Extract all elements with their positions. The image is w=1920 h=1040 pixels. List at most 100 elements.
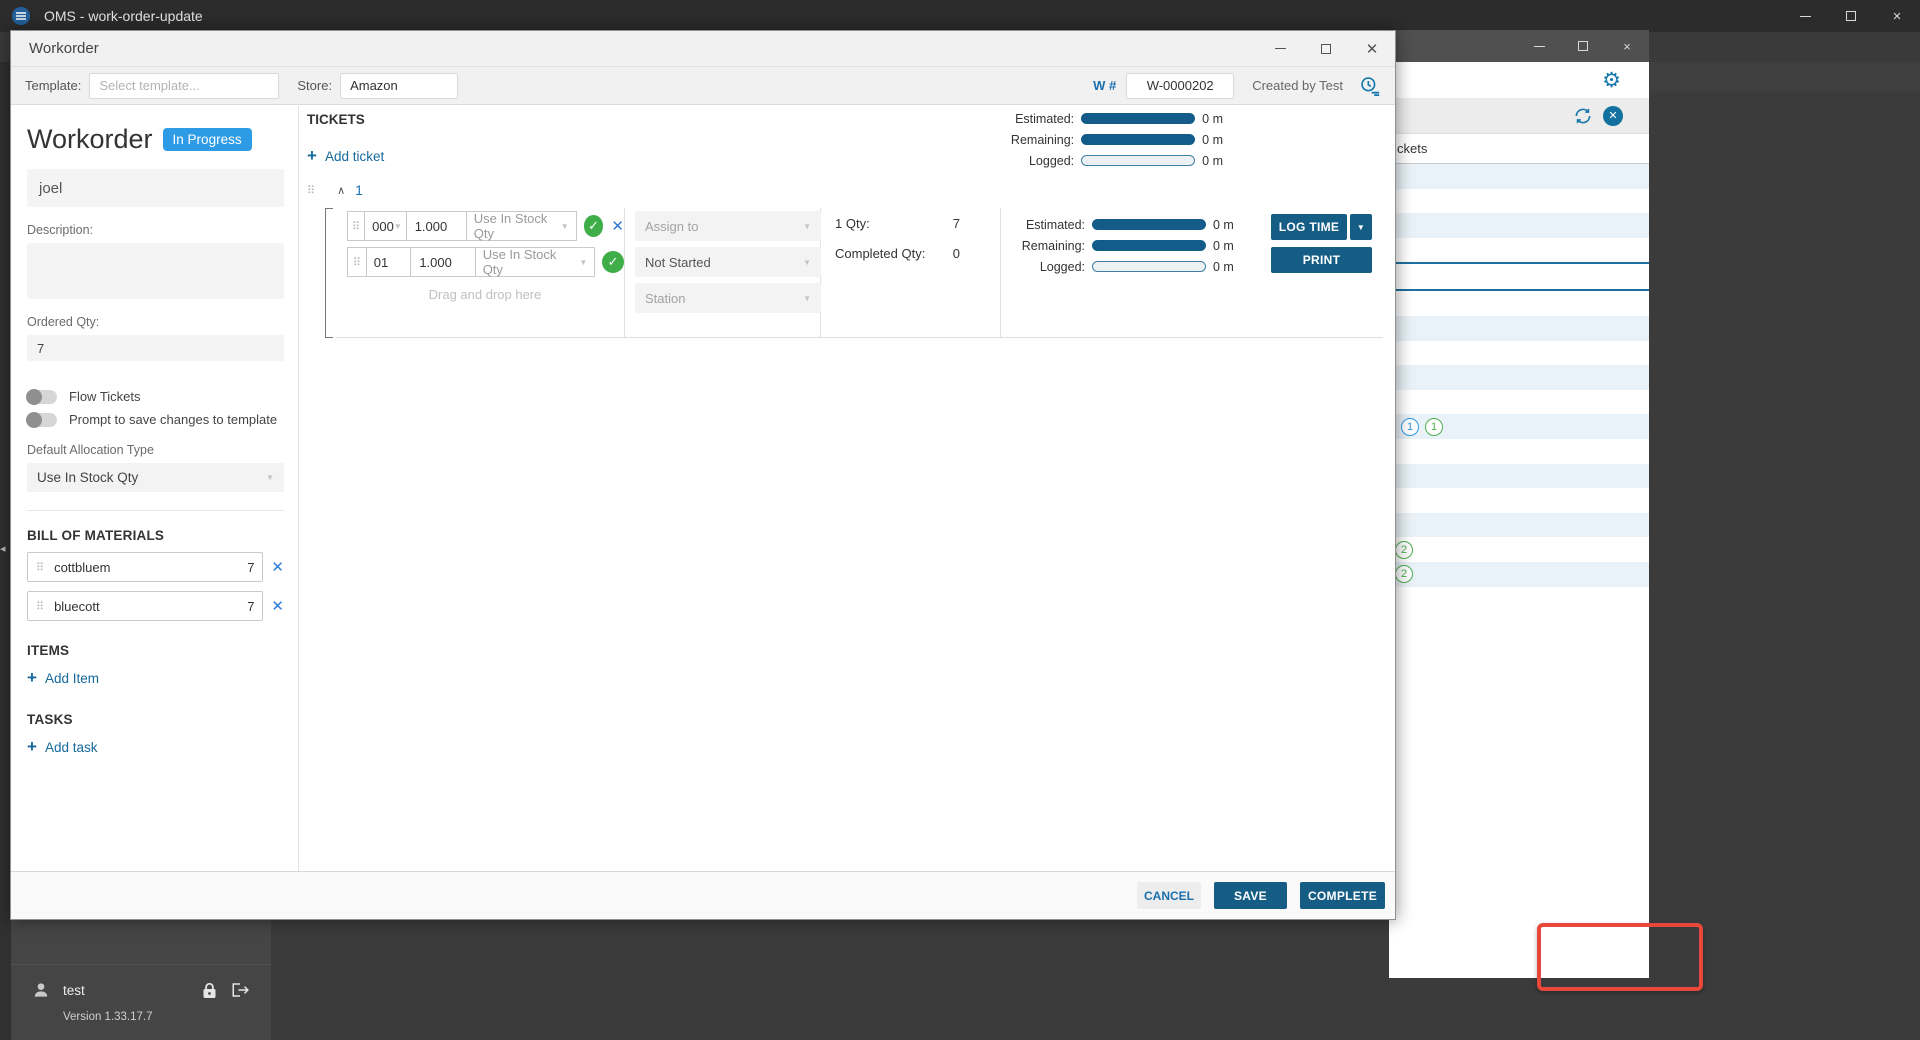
table-row[interactable]	[1380, 438, 1649, 464]
bom-row[interactable]: ⠿ cottbluem 7	[27, 552, 264, 582]
table-row[interactable]	[1380, 262, 1649, 292]
close-button[interactable]: ×	[1874, 0, 1920, 32]
flow-tickets-toggle[interactable]: Flow Tickets	[26, 385, 284, 408]
table-row[interactable]	[1380, 164, 1649, 189]
table-row[interactable]	[1380, 237, 1649, 263]
bom-heading: BILL OF MATERIALS	[27, 528, 165, 543]
restore-button[interactable]	[1561, 30, 1605, 62]
tickets-panel: TICKETS Estimated: 0 m Remaining: 0 m Lo…	[299, 106, 1395, 871]
remaining-progress-bar	[1081, 134, 1196, 145]
table-row[interactable]	[1380, 488, 1649, 513]
table-row[interactable]	[1380, 213, 1649, 238]
settings-gear-icon[interactable]: ⚙	[1602, 68, 1621, 93]
collapse-icon[interactable]: ∧	[337, 184, 345, 197]
table-row[interactable]	[1389, 340, 1649, 366]
toggle-off-icon[interactable]	[26, 411, 57, 428]
remove-icon[interactable]: ✕	[271, 597, 284, 615]
log-time-dropdown-button[interactable]: ▼	[1350, 214, 1372, 240]
ticket-qty-input[interactable]: 1.000	[410, 247, 476, 277]
ticket-code-input[interactable]: 01	[365, 247, 412, 277]
plus-icon: +	[307, 146, 317, 165]
ticket-qty-input[interactable]: 1.000	[405, 211, 467, 241]
remove-icon[interactable]: ✕	[271, 558, 284, 576]
remaining-progress-bar	[1092, 240, 1206, 251]
chevron-down-icon: ▼	[579, 257, 588, 267]
ticket-line-row: ⠿ 000 ▼ 1.000 Use In Stock Qty ▼ ✓ ✕	[347, 211, 624, 241]
chevron-down-icon: ▼	[803, 293, 811, 303]
save-button[interactable]: SAVE	[1214, 882, 1287, 909]
remove-icon[interactable]: ✕	[611, 217, 624, 235]
status-select[interactable]: Not Started ▼	[635, 247, 821, 277]
table-row[interactable]	[1380, 463, 1649, 489]
print-button[interactable]: PRINT	[1271, 247, 1372, 273]
allocation-type-select[interactable]: Use In Stock Qty ▼	[27, 463, 284, 492]
chevron-down-icon: ▼	[560, 221, 569, 231]
template-input[interactable]: Select template...	[89, 72, 280, 99]
drag-handle-icon[interactable]: ⠿	[347, 247, 367, 277]
close-button[interactable]: ✕	[1349, 31, 1395, 66]
minimize-button[interactable]	[1257, 31, 1303, 66]
tickets-heading: TICKETS	[307, 112, 365, 127]
ticket-card: ⠿ 000 ▼ 1.000 Use In Stock Qty ▼ ✓ ✕ ⠿ 0…	[335, 208, 1383, 338]
sidebar-collapse-icon[interactable]: ◂	[0, 542, 6, 555]
background-toolbar: ✕	[1389, 98, 1649, 134]
maximize-button[interactable]	[1828, 0, 1874, 32]
minimize-button[interactable]	[1782, 0, 1828, 32]
workorder-name-input[interactable]: joel	[27, 169, 284, 207]
minimize-button[interactable]	[1517, 30, 1561, 62]
complete-button[interactable]: COMPLETE	[1300, 882, 1385, 909]
background-table: 1 1 2 2	[1380, 164, 1649, 587]
store-label: Store:	[297, 78, 333, 93]
log-time-button[interactable]: LOG TIME	[1271, 214, 1347, 240]
refresh-icon[interactable]	[1573, 106, 1593, 126]
prompt-save-template-toggle[interactable]: Prompt to save changes to template	[26, 408, 284, 431]
toggle-off-icon[interactable]	[26, 388, 57, 405]
drag-handle-icon[interactable]: ⠿	[347, 211, 366, 241]
workorder-number-input[interactable]: W-0000202	[1126, 72, 1235, 99]
close-button[interactable]: ×	[1605, 30, 1649, 62]
table-row[interactable]	[1389, 389, 1649, 415]
maximize-button[interactable]	[1303, 31, 1349, 66]
estimated-progress-bar	[1081, 113, 1196, 124]
table-row[interactable]	[1389, 315, 1649, 341]
ticket-code-select[interactable]: 000 ▼	[364, 211, 407, 241]
drag-handle-icon[interactable]: ⠿	[307, 184, 315, 197]
allocation-select[interactable]: Use In Stock Qty ▼	[474, 247, 596, 277]
ticket-line-row: ⠿ 01 1.000 Use In Stock Qty ▼ ✓	[347, 247, 624, 277]
drag-handle-icon[interactable]: ⠿	[36, 561, 44, 574]
table-row[interactable]	[1389, 365, 1649, 390]
store-input[interactable]: Amazon	[340, 72, 459, 99]
table-row[interactable]	[1380, 188, 1649, 214]
assign-to-select[interactable]: Assign to ▼	[635, 211, 821, 241]
table-row[interactable]: 2	[1380, 537, 1649, 562]
history-icon[interactable]	[1359, 76, 1381, 96]
ordered-qty-label: Ordered Qty:	[27, 315, 100, 329]
station-select[interactable]: Station ▼	[635, 283, 821, 313]
status-badge: In Progress	[162, 128, 252, 151]
drag-drop-zone[interactable]: Drag and drop here	[347, 287, 623, 302]
logout-icon[interactable]	[231, 982, 249, 998]
add-ticket-button[interactable]: + Add ticket	[307, 146, 384, 166]
count-badge: 1	[1401, 417, 1419, 436]
table-row[interactable]	[1389, 291, 1649, 316]
modal-title: Workorder	[29, 40, 99, 57]
table-row[interactable]	[1380, 512, 1649, 538]
drag-handle-icon[interactable]: ⠿	[36, 600, 44, 613]
description-input[interactable]	[27, 243, 284, 299]
ticket-group-header[interactable]: ⠿ ∧ 1	[307, 182, 363, 198]
add-task-button[interactable]: + Add task	[27, 737, 284, 757]
add-item-button[interactable]: + Add Item	[27, 668, 284, 688]
chevron-down-icon: ▼	[803, 221, 811, 231]
workorder-form: Workorder In Progress joel Description: …	[11, 106, 299, 871]
lock-icon[interactable]	[202, 982, 217, 999]
cancel-button[interactable]: CANCEL	[1137, 882, 1201, 909]
close-panel-icon[interactable]: ✕	[1603, 105, 1623, 126]
table-row[interactable]: 2	[1380, 561, 1649, 587]
ticket-qty-value: 7	[952, 216, 960, 231]
ordered-qty-input[interactable]: 7	[27, 335, 284, 361]
plus-icon: +	[27, 668, 37, 687]
bom-row[interactable]: ⠿ bluecott 7	[27, 591, 264, 621]
completed-qty-value: 0	[952, 246, 960, 261]
allocation-select[interactable]: Use In Stock Qty ▼	[465, 211, 577, 241]
table-row[interactable]: 1 1	[1380, 414, 1649, 439]
